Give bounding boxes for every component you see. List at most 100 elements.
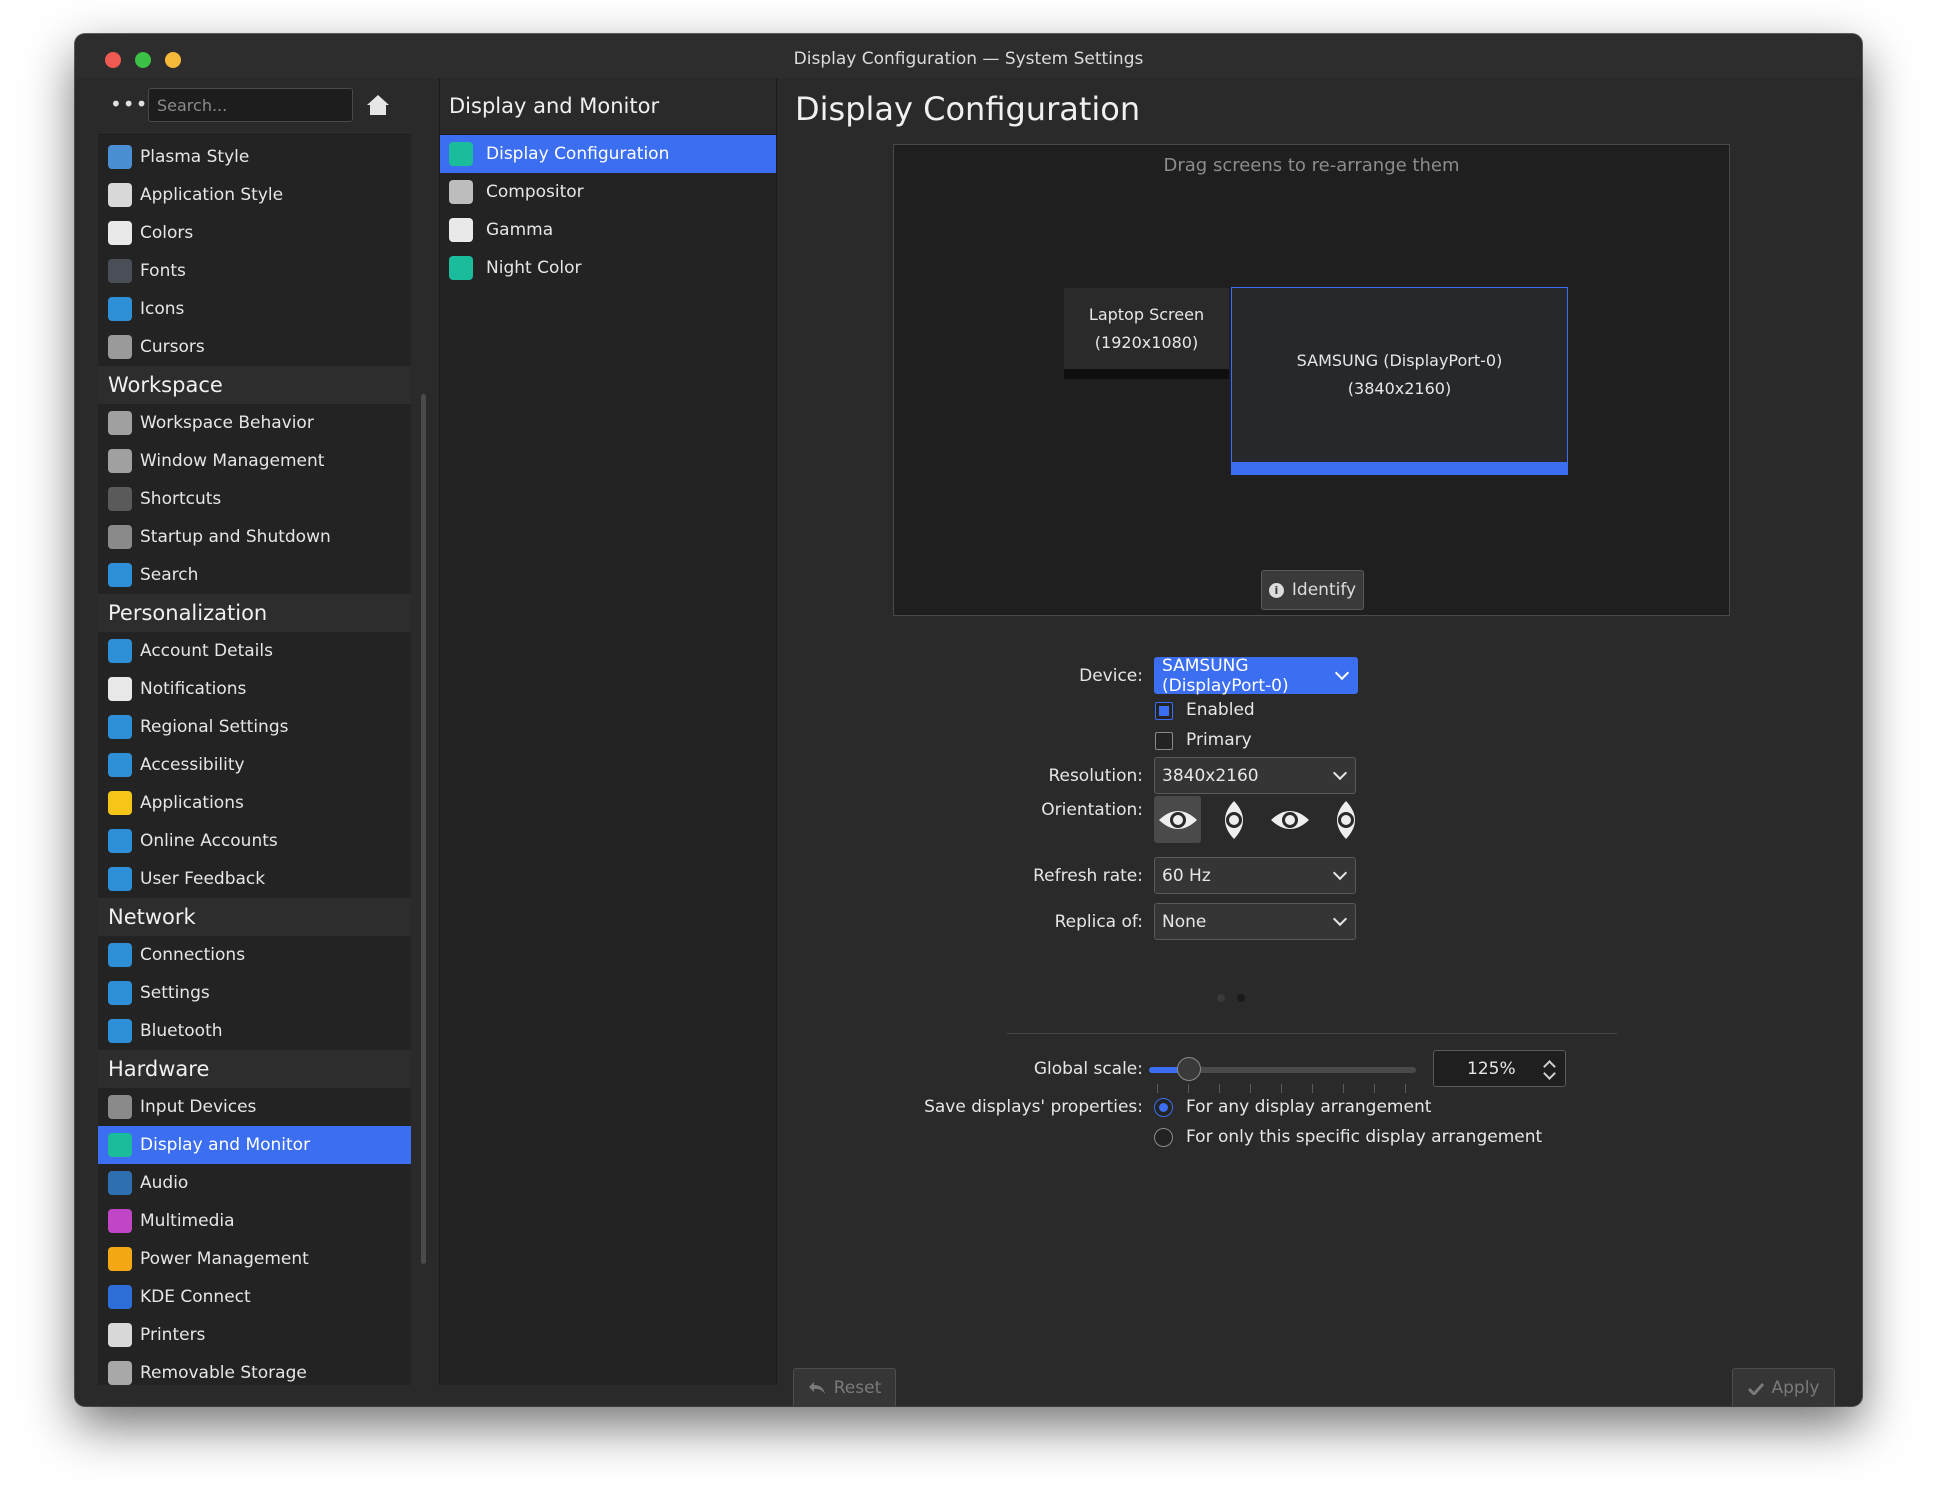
sidebar-item-cursors[interactable]: Cursors <box>98 328 411 366</box>
notifications-icon <box>108 677 132 701</box>
enabled-label: Enabled <box>1186 700 1255 720</box>
device-combobox[interactable]: SAMSUNG (DisplayPort-0) <box>1154 655 1358 696</box>
compositor-icon <box>449 180 473 204</box>
sidebar-item-label: Window Management <box>140 451 325 471</box>
primary-checkbox[interactable] <box>1155 732 1173 750</box>
sidebar-item-account-details[interactable]: Account Details <box>98 632 411 670</box>
sidebar-item-printers[interactable]: Printers <box>98 1316 411 1354</box>
sidebar-item-display-monitor[interactable]: Display and Monitor <box>98 1126 411 1164</box>
subcategory-gamma[interactable]: Gamma <box>440 211 776 249</box>
sidebar-item-label: Shortcuts <box>140 489 222 509</box>
sidebar-item-startup-shutdown[interactable]: Startup and Shutdown <box>98 518 411 556</box>
sidebar-item-bluetooth[interactable]: Bluetooth <box>98 1012 411 1050</box>
search-input[interactable] <box>148 88 353 122</box>
enabled-checkbox[interactable] <box>1155 702 1173 720</box>
sidebar-item-connections[interactable]: Connections <box>98 936 411 974</box>
slider-handle[interactable] <box>1177 1057 1202 1081</box>
resolution-combobox[interactable]: 3840x2160 <box>1154 757 1356 794</box>
sidebar-item-search[interactable]: Search <box>98 556 411 594</box>
refresh-rate-combobox[interactable]: 60 Hz <box>1154 857 1356 894</box>
kde-connect-icon <box>108 1285 132 1309</box>
save-specific-arrangement-radio[interactable] <box>1154 1128 1173 1147</box>
sidebar-item-input-devices[interactable]: Input Devices <box>98 1088 411 1126</box>
sidebar-item-label: Search <box>140 565 199 585</box>
page-dot[interactable] <box>1237 994 1245 1002</box>
sidebar-item-user-feedback[interactable]: User Feedback <box>98 860 411 898</box>
apply-label: Apply <box>1771 1378 1820 1398</box>
orientation-portrait-button[interactable] <box>1210 796 1257 843</box>
separator <box>1007 1033 1617 1034</box>
sidebar-item-label: Display and Monitor <box>140 1135 311 1155</box>
sidebar: ••• Plasma Style Application Style Colors F… <box>98 78 411 1385</box>
cursors-icon <box>108 335 132 359</box>
sidebar-item-applications-star[interactable]: Applications <box>98 784 411 822</box>
subcategory-display-configuration[interactable]: Display Configuration <box>440 135 776 173</box>
screen-resolution: (1920x1080) <box>1094 332 1199 352</box>
sidebar-item-application-style[interactable]: Application Style <box>98 176 411 214</box>
screen-arrangement-area[interactable]: Drag screens to re-arrange them Laptop S… <box>893 144 1730 616</box>
page-dot[interactable] <box>1217 994 1225 1002</box>
sidebar-item-label: Power Management <box>140 1249 309 1269</box>
undo-icon <box>808 1382 825 1394</box>
subcategory-panel: Display and Monitor Display Configuratio… <box>439 78 777 1385</box>
sidebar-item-label: Notifications <box>140 679 247 699</box>
subcategory-label: Gamma <box>486 220 554 240</box>
replica-combobox[interactable]: None <box>1154 903 1356 940</box>
sidebar-item-plasma-style[interactable]: Plasma Style <box>98 138 411 176</box>
subcategory-night-color[interactable]: Night Color <box>440 249 776 287</box>
sidebar-item-colors[interactable]: Colors <box>98 214 411 252</box>
orientation-portrait-flipped-button[interactable] <box>1322 796 1369 843</box>
home-icon[interactable] <box>365 92 391 118</box>
samsung-screen[interactable]: SAMSUNG (DisplayPort-0) (3840x2160) <box>1231 287 1568 475</box>
regional-settings-icon <box>108 715 132 739</box>
subcategory-list: Display Configuration Compositor Gamma Nigh… <box>440 135 776 287</box>
sidebar-item-workspace-behavior[interactable]: Workspace Behavior <box>98 404 411 442</box>
save-any-arrangement-radio[interactable] <box>1154 1098 1173 1117</box>
sidebar-item-label: Printers <box>140 1325 206 1345</box>
sidebar-toolbar: ••• <box>98 78 411 135</box>
global-scale-slider[interactable] <box>1149 1057 1416 1081</box>
sidebar-item-regional-settings[interactable]: Regional Settings <box>98 708 411 746</box>
sidebar-item-label: Regional Settings <box>140 717 289 737</box>
chevron-down-icon <box>1332 911 1348 927</box>
workspace-behavior-icon <box>108 411 132 435</box>
identify-button[interactable]: i Identify <box>1261 570 1364 610</box>
sidebar-item-online-accounts[interactable]: Online Accounts <box>98 822 411 860</box>
sidebar-item-window-management[interactable]: Window Management <box>98 442 411 480</box>
info-icon: i <box>1268 582 1284 598</box>
sidebar-item-shortcuts[interactable]: Shortcuts <box>98 480 411 518</box>
refresh-value: 60 Hz <box>1162 865 1211 886</box>
sidebar-item-fonts[interactable]: Fonts <box>98 252 411 290</box>
orientation-flipped-button[interactable] <box>1266 796 1313 843</box>
sidebar-item-multimedia[interactable]: Multimedia <box>98 1202 411 1240</box>
sidebar-section-header: Network <box>98 898 411 936</box>
subcategory-compositor[interactable]: Compositor <box>440 173 776 211</box>
online-accounts-icon <box>108 829 132 853</box>
device-value: SAMSUNG (DisplayPort-0) <box>1162 655 1289 696</box>
laptop-screen[interactable]: Laptop Screen (1920x1080) <box>1064 288 1229 379</box>
menu-dots-icon[interactable]: ••• <box>110 92 148 116</box>
global-scale-spinbox[interactable]: 125% <box>1433 1050 1566 1087</box>
sidebar-scrollbar[interactable] <box>421 394 426 1264</box>
sidebar-item-kde-connect[interactable]: KDE Connect <box>98 1278 411 1316</box>
identify-label: Identify <box>1291 580 1357 600</box>
sidebar-item-removable-storage[interactable]: Removable Storage <box>98 1354 411 1392</box>
sidebar-item-label: Removable Storage <box>140 1363 307 1383</box>
sidebar-item-power-management[interactable]: Power Management <box>98 1240 411 1278</box>
power-management-icon <box>108 1247 132 1271</box>
sidebar-item-accessibility[interactable]: Accessibility <box>98 746 411 784</box>
sidebar-item-label: Plasma Style <box>140 147 250 167</box>
orientation-landscape-button[interactable] <box>1154 796 1201 843</box>
subcategory-label: Night Color <box>486 258 582 278</box>
resolution-value: 3840x2160 <box>1162 765 1259 786</box>
sidebar-item-network-settings[interactable]: Settings <box>98 974 411 1012</box>
slider-tick <box>1343 1084 1344 1093</box>
sidebar-item-label: Cursors <box>140 337 205 357</box>
sidebar-item-audio[interactable]: Audio <box>98 1164 411 1202</box>
main-panel: Display Configuration Drag screens to re… <box>777 78 1840 1406</box>
reset-button[interactable]: Reset <box>793 1368 896 1406</box>
display-configuration-icon <box>449 142 473 166</box>
apply-button[interactable]: Apply <box>1732 1368 1835 1406</box>
sidebar-item-notifications[interactable]: Notifications <box>98 670 411 708</box>
sidebar-item-icons[interactable]: Icons <box>98 290 411 328</box>
